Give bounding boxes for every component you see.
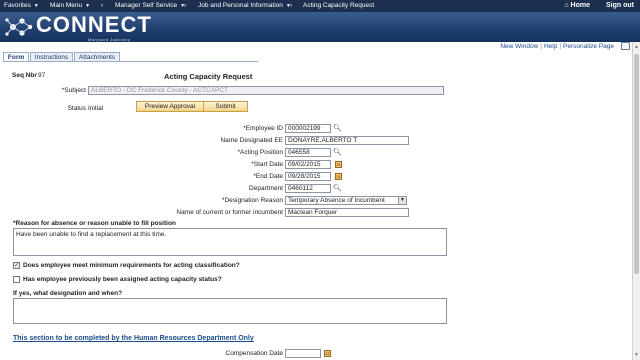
personalize-page-link[interactable]: Personalize Page — [563, 43, 614, 50]
absence-reason-label: *Reason for absence or reason unable to … — [13, 220, 176, 227]
scrollbar-thumb[interactable] — [634, 54, 639, 274]
chevron-down-icon: ▼ — [85, 3, 91, 9]
tab-divider — [3, 61, 258, 62]
status-value: Initial — [88, 105, 104, 112]
start-date-field[interactable]: 09/02/2015 — [285, 160, 331, 169]
breadcrumb-separator-icon: › — [290, 2, 293, 9]
name-designated-label: Name Designated EE — [220, 137, 283, 144]
compensation-date-field[interactable] — [285, 349, 321, 358]
main-menu[interactable]: Main Menu ▼ — [50, 2, 90, 9]
brand-subtitle: Maryland Judiciary — [88, 37, 131, 42]
home-label: Home — [570, 2, 590, 9]
incumbent-field[interactable]: Maclean Forquer — [285, 208, 409, 217]
main-menu-label: Main Menu — [50, 2, 83, 9]
meets-requirements-checkbox[interactable]: ✓ — [13, 262, 20, 269]
employee-id-field[interactable]: 000002199 — [285, 124, 331, 133]
calendar-icon[interactable]: 31 — [335, 161, 342, 168]
end-date-field[interactable]: 09/28/2015 — [285, 172, 331, 181]
favorites-menu[interactable]: Favorites ▼ — [4, 2, 39, 9]
chevron-down-icon: ▼ — [33, 3, 39, 9]
status-label: Status — [67, 105, 86, 112]
absence-reason-textarea[interactable]: Have been unable to find a replacement a… — [13, 228, 447, 256]
designation-reason-value: Temporary Absence of Incumbent — [288, 197, 385, 204]
calendar-icon[interactable]: 31 — [324, 350, 331, 357]
calendar-icon[interactable]: 31 — [335, 173, 342, 180]
sign-out-link[interactable]: Sign out — [606, 2, 634, 9]
page-title: Acting Capacity Request — [164, 72, 253, 81]
incumbent-label: Name of current or former incumbent — [176, 209, 283, 216]
brand-name: CONNECT — [36, 12, 152, 37]
lookup-icon[interactable]: 🔍︎ — [333, 149, 342, 156]
new-window-link[interactable]: New Window — [500, 43, 538, 50]
meets-requirements-label: Does employee meet minimum requirements … — [23, 262, 240, 269]
subject-field: ALBERTO - DC Frederick County - ACTCAPCT — [88, 86, 444, 95]
breadcrumb-label: Manager Self Service — [115, 2, 178, 9]
name-designated-field[interactable]: DONAYRE,ALBERTO T — [285, 136, 409, 145]
if-yes-label: If yes, what designation and when? — [13, 290, 123, 297]
previously-assigned-label: Has employee previously been assigned ac… — [23, 276, 222, 283]
scroll-up-icon[interactable]: ▲ — [634, 44, 639, 50]
home-link[interactable]: ⌂ Home — [564, 2, 590, 9]
banner: CONNECT Maryland Judiciary — [0, 12, 640, 42]
acting-position-field[interactable]: 046558 — [285, 148, 331, 157]
end-date-label: *End Date — [253, 173, 283, 180]
chevron-down-icon: ▼ — [398, 197, 406, 204]
home-icon: ⌂ — [564, 2, 569, 9]
seq-nbr-label: Seq Nbr — [12, 72, 37, 79]
department-label: Department — [249, 185, 283, 192]
breadcrumb-acting-capacity-request[interactable]: Acting Capacity Request — [303, 2, 374, 9]
hr-section-link[interactable]: This section to be completed by the Huma… — [13, 335, 254, 342]
lookup-icon[interactable]: 🔍︎ — [333, 125, 342, 132]
separator: | — [540, 43, 542, 50]
breadcrumb-manager-self-service[interactable]: Manager Self Service ▼ — [115, 2, 185, 9]
scroll-down-icon[interactable]: ▼ — [634, 352, 639, 358]
subject-label: *Subject — [61, 87, 86, 94]
vertical-scrollbar[interactable]: ▲ ▼ — [632, 42, 640, 360]
department-field[interactable]: 0460112 — [285, 184, 331, 193]
breadcrumb-label: Job and Personal Information — [198, 2, 283, 9]
connect-logo-icon — [5, 18, 33, 36]
lookup-icon[interactable]: 🔍︎ — [333, 185, 342, 192]
utility-links: New Window | Help | Personalize Page — [500, 43, 614, 50]
breadcrumb-job-personal-info[interactable]: Job and Personal Information ▼ — [198, 2, 291, 9]
separator: | — [559, 43, 562, 50]
breadcrumb-separator-icon: › — [101, 2, 104, 9]
help-link[interactable]: Help — [544, 43, 557, 50]
preview-approval-button[interactable]: Preview Approval — [136, 101, 204, 112]
seq-nbr-value: 97 — [38, 72, 46, 79]
submit-button[interactable]: Submit — [203, 101, 248, 112]
favorites-label: Favorites — [4, 2, 31, 9]
designation-reason-select[interactable]: Temporary Absence of Incumbent ▼ — [285, 196, 407, 205]
top-nav-bar: Favorites ▼ Main Menu ▼ › Manager Self Ser… — [0, 0, 640, 12]
if-yes-textarea[interactable] — [13, 298, 447, 324]
employee-id-label: *Employee ID — [243, 125, 283, 132]
acting-position-label: *Acting Position — [237, 149, 283, 156]
compensation-date-label: Compensation Date — [225, 350, 283, 357]
start-date-label: *Start Date — [251, 161, 283, 168]
designation-reason-label: *Designation Reason — [221, 197, 283, 204]
breadcrumb-separator-icon: › — [184, 2, 187, 9]
grid-icon[interactable] — [621, 42, 630, 50]
previously-assigned-checkbox[interactable] — [13, 276, 20, 283]
